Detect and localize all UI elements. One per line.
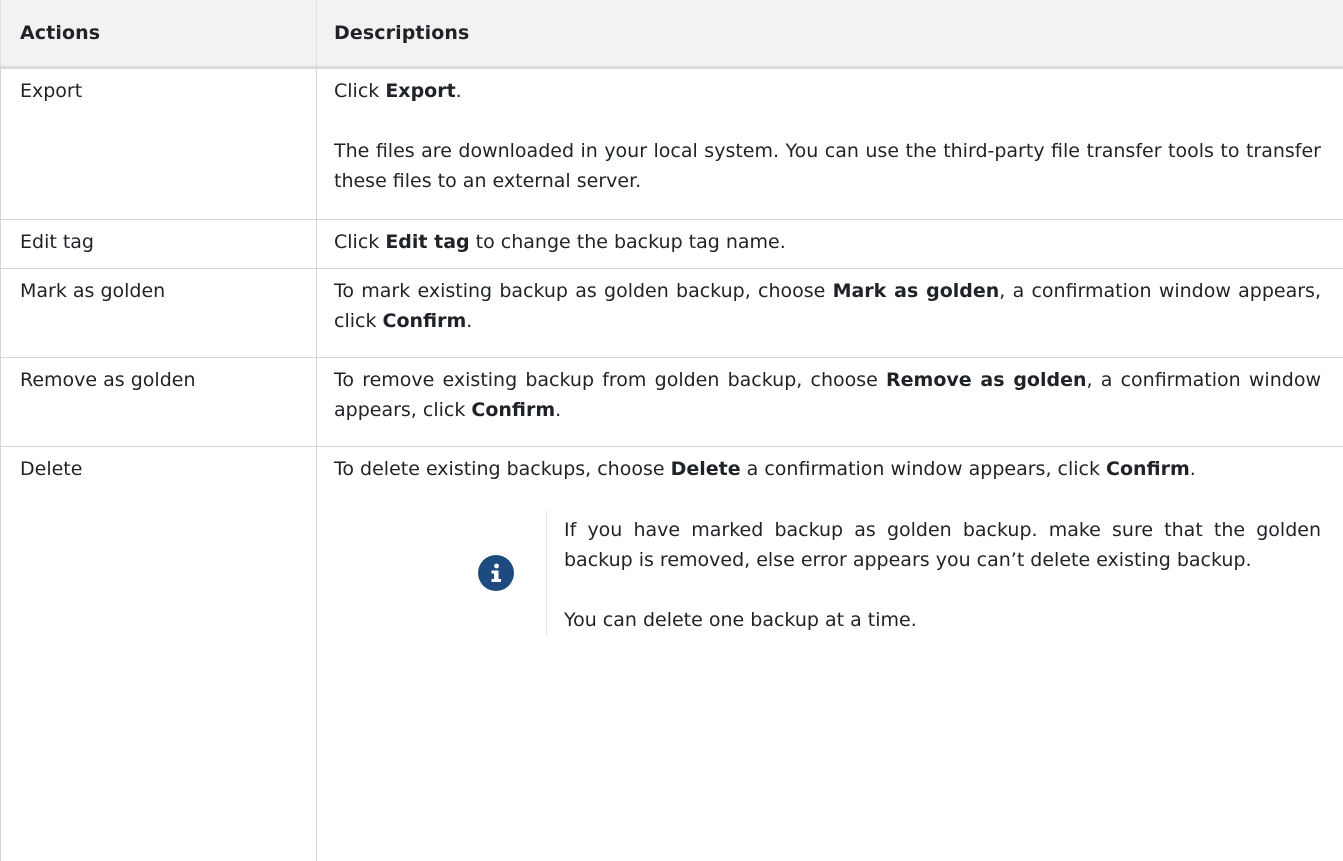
action-cell-export: Export <box>1 68 317 220</box>
text-span: . <box>1190 458 1196 480</box>
action-cell-edit-tag: Edit tag <box>1 220 317 269</box>
info-note-text: If you have marked backup as golden back… <box>547 511 1321 635</box>
table-row-delete: Delete To delete existing backups, choos… <box>1 447 1343 861</box>
bold-edit-tag: Edit tag <box>385 231 469 253</box>
bold-confirm: Confirm <box>471 399 555 421</box>
description-cell-export: Click Export. The files are downloaded i… <box>317 68 1343 220</box>
text-span: Click <box>334 231 385 253</box>
table-header-row: Actions Descriptions <box>1 0 1343 68</box>
description-cell-edit-tag: Click Edit tag to change the backup tag … <box>317 220 1343 269</box>
text-span: a confirmation window appears, click <box>741 458 1106 480</box>
export-line-2: The files are downloaded in your local s… <box>334 136 1321 196</box>
text-span: to change the backup tag name. <box>470 231 786 253</box>
text-span: . <box>555 399 561 421</box>
text-span: To mark existing backup as golden backup… <box>334 280 833 302</box>
bold-mark-as-golden: Mark as golden <box>833 280 1000 302</box>
bold-delete: Delete <box>671 458 741 480</box>
description-cell-delete: To delete existing backups, choose Delet… <box>317 447 1343 861</box>
table-row-export: Export Click Export. The files are downl… <box>1 68 1343 220</box>
text-span: . <box>466 310 472 332</box>
text-span: Click <box>334 80 385 102</box>
table-row-mark-as-golden: Mark as golden To mark existing backup a… <box>1 269 1343 358</box>
text-span: . <box>456 80 462 102</box>
actions-table: Actions Descriptions Export Click Export… <box>0 0 1343 861</box>
bold-export: Export <box>385 80 455 102</box>
table-row-remove-as-golden: Remove as golden To remove existing back… <box>1 358 1343 447</box>
description-cell-mark-as-golden: To mark existing backup as golden backup… <box>317 269 1343 358</box>
info-note-line-2: You can delete one backup at a time. <box>564 605 1321 635</box>
bold-confirm: Confirm <box>383 310 467 332</box>
info-note-icon-column <box>469 511 547 635</box>
info-note: If you have marked backup as golden back… <box>469 511 1321 635</box>
header-actions: Actions <box>1 0 317 68</box>
header-descriptions: Descriptions <box>317 0 1343 68</box>
text-span: To remove existing backup from golden ba… <box>334 369 886 391</box>
info-icon-glyph <box>489 563 503 583</box>
action-cell-remove-as-golden: Remove as golden <box>1 358 317 447</box>
export-line-1: Click Export. <box>334 76 1321 106</box>
bold-confirm: Confirm <box>1106 458 1190 480</box>
info-note-line-1: If you have marked backup as golden back… <box>564 515 1321 575</box>
delete-line: To delete existing backups, choose Delet… <box>334 454 1321 484</box>
description-cell-remove-as-golden: To remove existing backup from golden ba… <box>317 358 1343 447</box>
bold-remove-as-golden: Remove as golden <box>886 369 1087 391</box>
action-cell-mark-as-golden: Mark as golden <box>1 269 317 358</box>
text-span: To delete existing backups, choose <box>334 458 671 480</box>
info-icon <box>478 555 514 591</box>
table-row-edit-tag: Edit tag Click Edit tag to change the ba… <box>1 220 1343 269</box>
action-cell-delete: Delete <box>1 447 317 861</box>
